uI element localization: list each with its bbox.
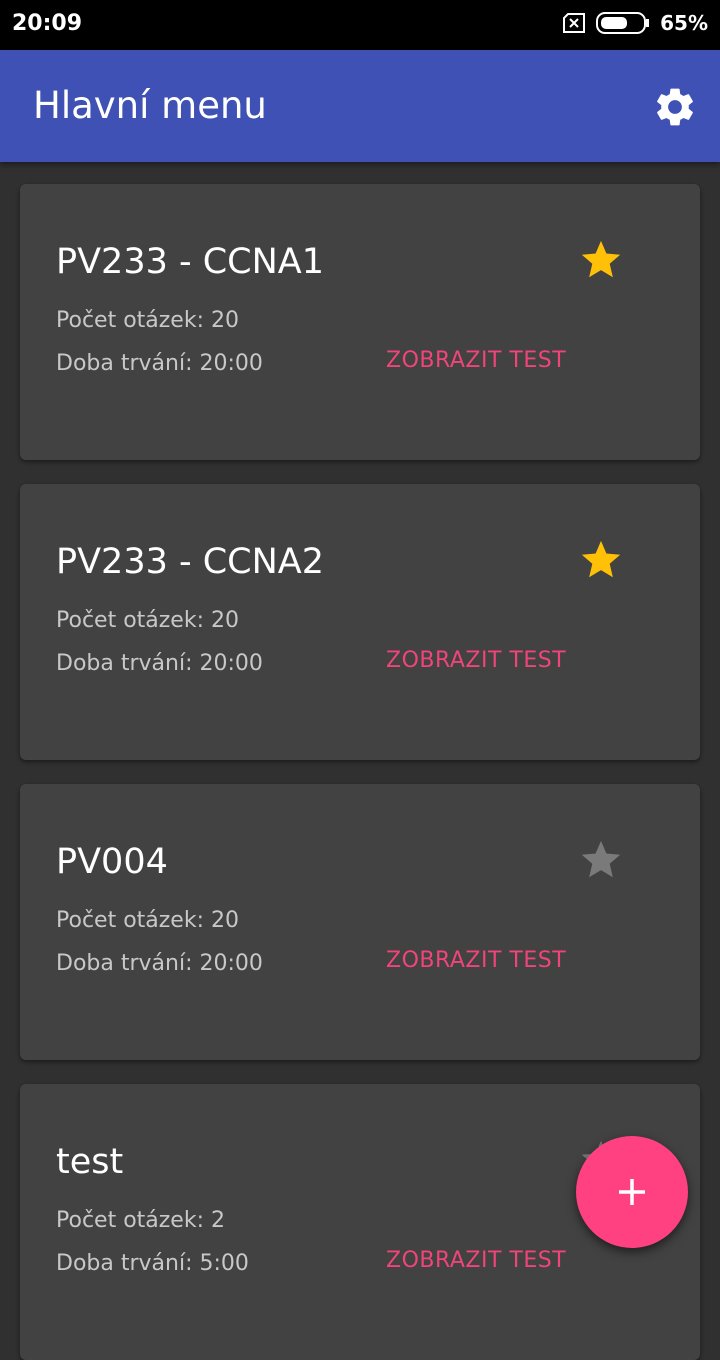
question-count: Počet otázek: 2 <box>56 1208 225 1233</box>
battery-percent: 65% <box>660 11 708 35</box>
question-count: Počet otázek: 20 <box>56 308 239 333</box>
test-title: PV004 <box>56 842 168 882</box>
status-bar: 20:09 65% <box>0 0 720 50</box>
test-card[interactable]: PV233 - CCNA2 Počet otázek: 20 Doba trvá… <box>20 484 700 760</box>
test-title: test <box>56 1142 124 1182</box>
question-count: Počet otázek: 20 <box>56 908 239 933</box>
status-time: 20:09 <box>12 11 83 36</box>
star-icon[interactable] <box>578 837 624 883</box>
no-sim-icon <box>563 13 586 33</box>
show-test-button[interactable]: ZOBRAZIT TEST <box>386 1248 566 1273</box>
question-count: Počet otázek: 20 <box>56 608 239 633</box>
duration: Doba trvání: 20:00 <box>56 351 263 376</box>
test-title: PV233 - CCNA2 <box>56 542 325 582</box>
duration: Doba trvání: 5:00 <box>56 1251 249 1276</box>
test-card[interactable]: PV233 - CCNA1 Počet otázek: 20 Doba trvá… <box>20 184 700 460</box>
gear-icon[interactable] <box>652 84 698 130</box>
duration: Doba trvání: 20:00 <box>56 651 263 676</box>
show-test-button[interactable]: ZOBRAZIT TEST <box>386 648 566 673</box>
test-title: PV233 - CCNA1 <box>56 242 325 282</box>
app-bar: Hlavní menu <box>0 50 720 162</box>
duration: Doba trvání: 20:00 <box>56 951 263 976</box>
star-icon[interactable] <box>578 237 624 283</box>
test-card[interactable]: PV004 Počet otázek: 20 Doba trvání: 20:0… <box>20 784 700 1060</box>
page-title: Hlavní menu <box>33 84 267 127</box>
status-icons: 65% <box>562 11 708 35</box>
battery-icon <box>596 12 650 34</box>
show-test-button[interactable]: ZOBRAZIT TEST <box>386 348 566 373</box>
plus-icon <box>619 1179 645 1205</box>
add-test-button[interactable] <box>576 1136 688 1248</box>
star-icon[interactable] <box>578 537 624 583</box>
show-test-button[interactable]: ZOBRAZIT TEST <box>386 948 566 973</box>
